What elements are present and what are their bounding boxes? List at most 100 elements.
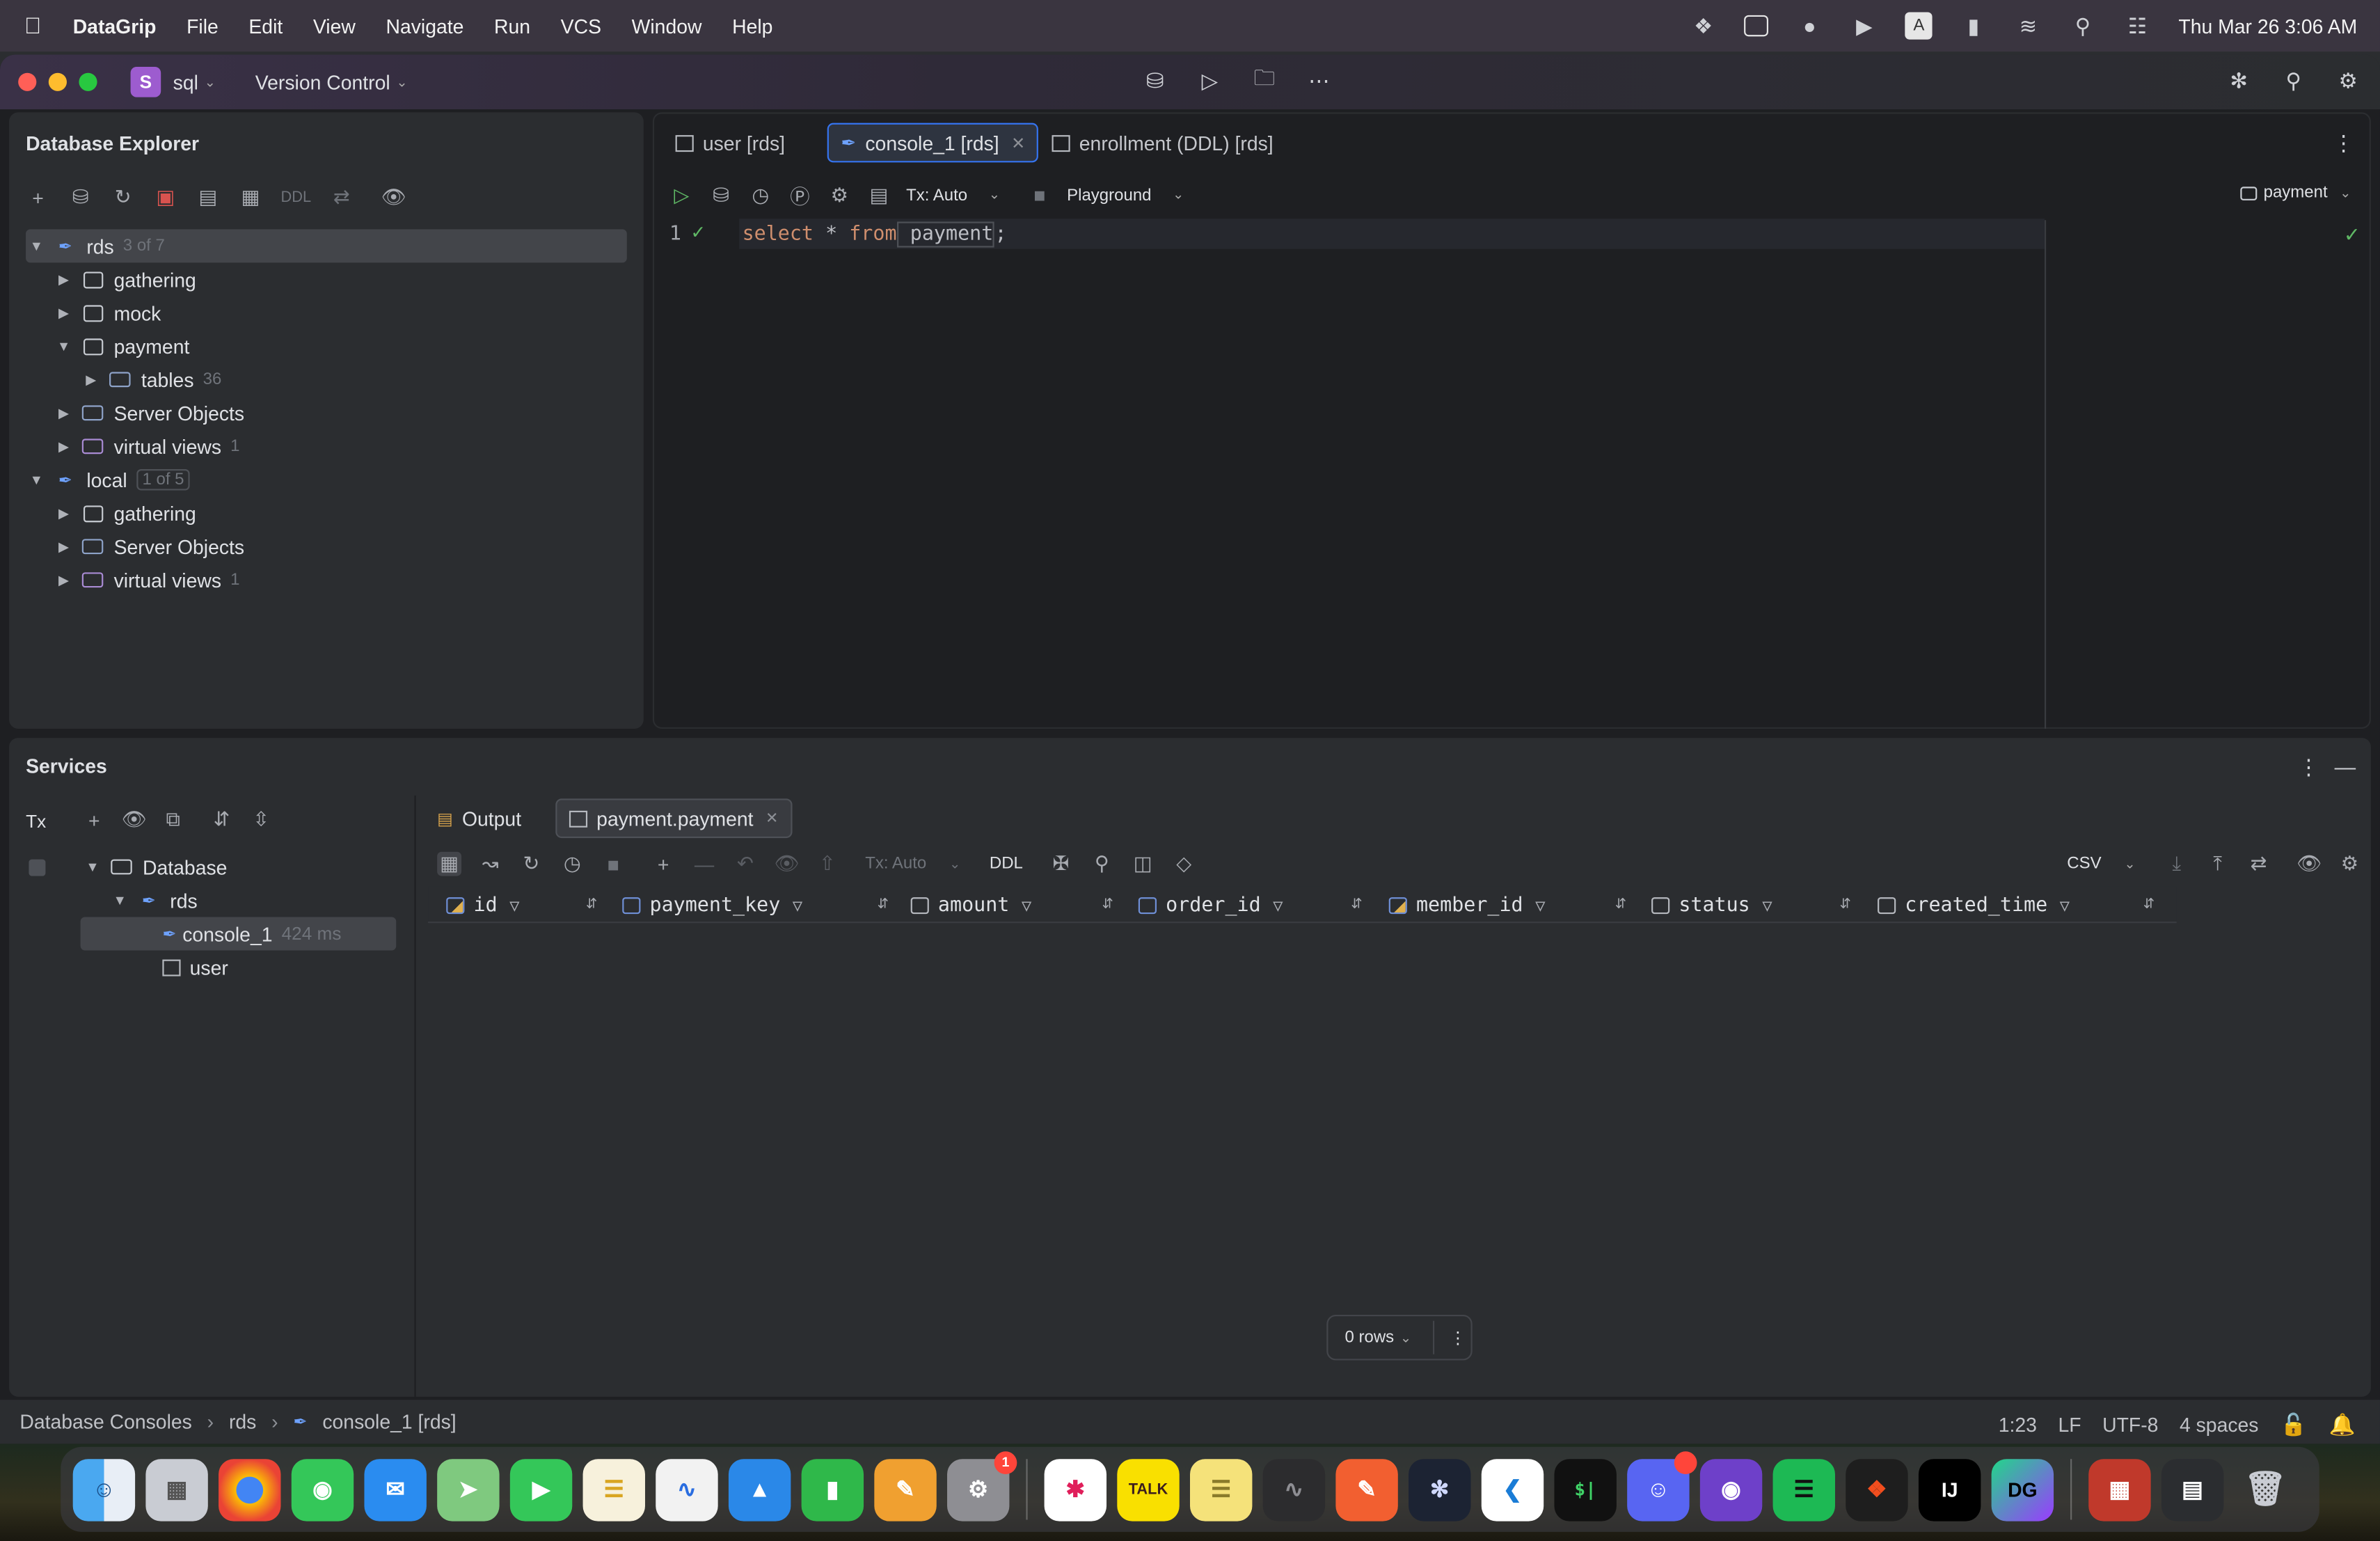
figma-icon[interactable]: ❖ bbox=[1846, 1458, 1908, 1521]
add-row-icon[interactable]: + bbox=[651, 853, 676, 876]
service-tree-user[interactable]: user bbox=[162, 950, 228, 983]
sort-icon[interactable]: ⇵ bbox=[1351, 896, 1362, 912]
project-badge[interactable]: S bbox=[130, 66, 161, 97]
window-zoom-button[interactable] bbox=[79, 72, 97, 91]
chevron-down-icon[interactable]: ⌄ bbox=[205, 74, 216, 90]
data-source-properties-icon[interactable]: ⛁ bbox=[68, 185, 93, 210]
view-icon[interactable]: 👁 bbox=[2296, 852, 2322, 876]
menu-vcs[interactable]: VCS bbox=[561, 15, 601, 38]
menu-help[interactable]: Help bbox=[732, 15, 772, 38]
tree-item-gathering[interactable]: ▶ gathering bbox=[53, 496, 196, 530]
file-encoding[interactable]: UTF-8 bbox=[2102, 1413, 2158, 1436]
window-minimize-button[interactable] bbox=[48, 72, 67, 91]
sort-icon[interactable]: ⇵ bbox=[1102, 896, 1113, 912]
schema-selector[interactable]: payment ⌄ bbox=[2240, 184, 2351, 202]
submit-icon[interactable]: ⇧ bbox=[815, 852, 839, 876]
filter-icon[interactable]: ▽ bbox=[1273, 895, 1283, 915]
playground-dropdown[interactable]: Playground bbox=[1067, 186, 1151, 204]
column-header-status[interactable]: status ▽ bbox=[1651, 887, 1772, 923]
column-header-payment-key[interactable]: payment_key ▽ bbox=[622, 887, 802, 923]
ai-assistant-icon[interactable]: ✻ bbox=[2226, 67, 2253, 94]
chevron-down-icon[interactable]: ▼ bbox=[26, 472, 47, 487]
refresh-icon[interactable]: ↻ bbox=[519, 852, 544, 876]
tree-item-virtual-views[interactable]: ▶ virtual views 1 bbox=[53, 563, 239, 596]
tree-item-server-objects[interactable]: ▶ Server Objects bbox=[53, 530, 244, 563]
preview-icon[interactable]: 👁 bbox=[774, 852, 799, 876]
filter-icon[interactable]: ▽ bbox=[509, 895, 519, 915]
tree-item-rds[interactable]: ▼ ✒ rds 3 of 7 bbox=[26, 229, 627, 263]
input-source-icon[interactable]: A bbox=[1905, 12, 1933, 40]
intellij-icon[interactable]: IJ bbox=[1918, 1458, 1981, 1521]
numbers-icon[interactable]: ▮ bbox=[801, 1458, 864, 1521]
battery-icon[interactable]: ▮ bbox=[1960, 12, 1987, 39]
maps-icon[interactable]: ➤ bbox=[437, 1458, 500, 1521]
sort-icon[interactable]: ⇵ bbox=[878, 896, 889, 912]
chevron-right-icon[interactable]: ▶ bbox=[53, 505, 74, 521]
revert-icon[interactable]: ↶ bbox=[733, 852, 757, 876]
document-stack-icon[interactable]: ▦ bbox=[2088, 1458, 2151, 1521]
view-options-eye-icon[interactable]: 👁 bbox=[381, 185, 406, 210]
control-center-icon[interactable]: ☷ bbox=[2124, 12, 2151, 39]
tab-user-rds[interactable]: user [rds] bbox=[663, 123, 797, 163]
chevron-right-icon[interactable]: ▶ bbox=[81, 371, 102, 388]
stop-icon[interactable]: ■ bbox=[1027, 184, 1052, 207]
ddl-button[interactable]: DDL bbox=[990, 855, 1023, 873]
chevron-down-icon[interactable]: ⌄ bbox=[1400, 1329, 1411, 1346]
view-icon[interactable]: 👁 bbox=[121, 807, 146, 832]
tree-item-virtual-views[interactable]: ▶ virtual views 1 bbox=[53, 429, 239, 463]
new-tab-icon[interactable]: ⧉ bbox=[161, 807, 185, 832]
chart-icon[interactable]: ↝ bbox=[478, 852, 502, 876]
stop-icon[interactable] bbox=[29, 859, 46, 876]
chevron-right-icon[interactable]: ▶ bbox=[53, 438, 74, 455]
sort-icon[interactable]: ⇵ bbox=[1840, 896, 1851, 912]
settings-gear-icon[interactable]: ⚙ bbox=[2335, 67, 2362, 94]
pages-icon[interactable]: ✎ bbox=[874, 1458, 937, 1521]
breadcrumb-item[interactable]: console_1 [rds] bbox=[322, 1410, 456, 1433]
chrome-icon[interactable] bbox=[219, 1458, 281, 1521]
notifications-bell-icon[interactable]: 🔔 bbox=[2329, 1410, 2356, 1437]
chevron-right-icon[interactable]: ▶ bbox=[53, 571, 74, 588]
service-tree-database[interactable]: ▼ Database bbox=[82, 851, 227, 884]
figma-status-icon[interactable]: ❖ bbox=[1690, 12, 1717, 39]
explain-plan-icon[interactable]: ⛁ bbox=[709, 183, 733, 207]
sort-icon[interactable]: ⇵ bbox=[2143, 896, 2155, 912]
layout-icon[interactable]: ▤ bbox=[866, 183, 891, 207]
services-icon[interactable]: ▷ bbox=[1196, 67, 1223, 94]
list-status-icon[interactable] bbox=[1744, 15, 1769, 37]
window-thumbnail-icon[interactable]: ▤ bbox=[2161, 1458, 2224, 1521]
caret-position[interactable]: 1:23 bbox=[1999, 1413, 2037, 1436]
tree-item-mock[interactable]: ▶ mock bbox=[53, 296, 161, 329]
menu-navigate[interactable]: Navigate bbox=[386, 15, 463, 38]
github-icon[interactable]: ◉ bbox=[1699, 1458, 1763, 1521]
wifi-icon[interactable]: ≋ bbox=[2015, 12, 2042, 39]
messages-icon[interactable]: ◉ bbox=[291, 1458, 354, 1521]
chevron-down-icon[interactable]: ⌄ bbox=[2124, 855, 2135, 872]
tx-mode-dropdown[interactable]: Tx: Auto bbox=[906, 186, 967, 204]
service-tree-console-1[interactable]: ✒ console_1 424 ms bbox=[80, 917, 397, 951]
line-separator[interactable]: LF bbox=[2058, 1413, 2081, 1436]
tab-console-1-rds[interactable]: ✒ console_1 [rds] ✕ bbox=[827, 123, 1039, 163]
chevron-down-icon[interactable]: ⌄ bbox=[396, 74, 407, 90]
sort-icon[interactable]: ⇵ bbox=[586, 896, 597, 912]
chevron-down-icon[interactable]: ⌄ bbox=[1173, 187, 1184, 203]
inspection-ok-icon[interactable]: ✓ bbox=[2344, 223, 2361, 248]
menubar-clock[interactable]: Thu Mar 26 3:06 AM bbox=[2178, 15, 2357, 38]
keynote-icon[interactable]: ▲ bbox=[728, 1458, 791, 1521]
settings-gear-icon[interactable]: ⚙ bbox=[2338, 852, 2362, 876]
column-header-created-time[interactable]: created_time ▽ bbox=[1878, 887, 2070, 923]
mail-icon[interactable]: ✉ bbox=[364, 1458, 427, 1521]
add-icon[interactable]: + bbox=[82, 809, 106, 832]
filter-icon[interactable]: ▽ bbox=[793, 895, 802, 915]
tree-item-tables[interactable]: ▶ tables 36 bbox=[81, 363, 221, 396]
version-control-menu[interactable]: Version Control bbox=[255, 70, 390, 93]
apple-menu-icon[interactable]:  bbox=[24, 13, 58, 39]
chevron-down-icon[interactable]: ⌄ bbox=[949, 855, 960, 872]
paint-icon[interactable]: ◇ bbox=[1172, 852, 1196, 876]
launchpad-icon[interactable]: ▦ bbox=[145, 1458, 208, 1521]
system-settings-icon[interactable]: ⚙ 1 bbox=[947, 1451, 1017, 1521]
filter-icon[interactable]: ▽ bbox=[1535, 895, 1545, 915]
compare-icon[interactable]: ⇄ bbox=[329, 185, 354, 210]
activity-monitor-icon[interactable]: ∿ bbox=[1262, 1458, 1326, 1521]
execute-icon[interactable]: ▷ bbox=[669, 183, 694, 207]
sort-icon[interactable]: ⇵ bbox=[1615, 896, 1626, 912]
